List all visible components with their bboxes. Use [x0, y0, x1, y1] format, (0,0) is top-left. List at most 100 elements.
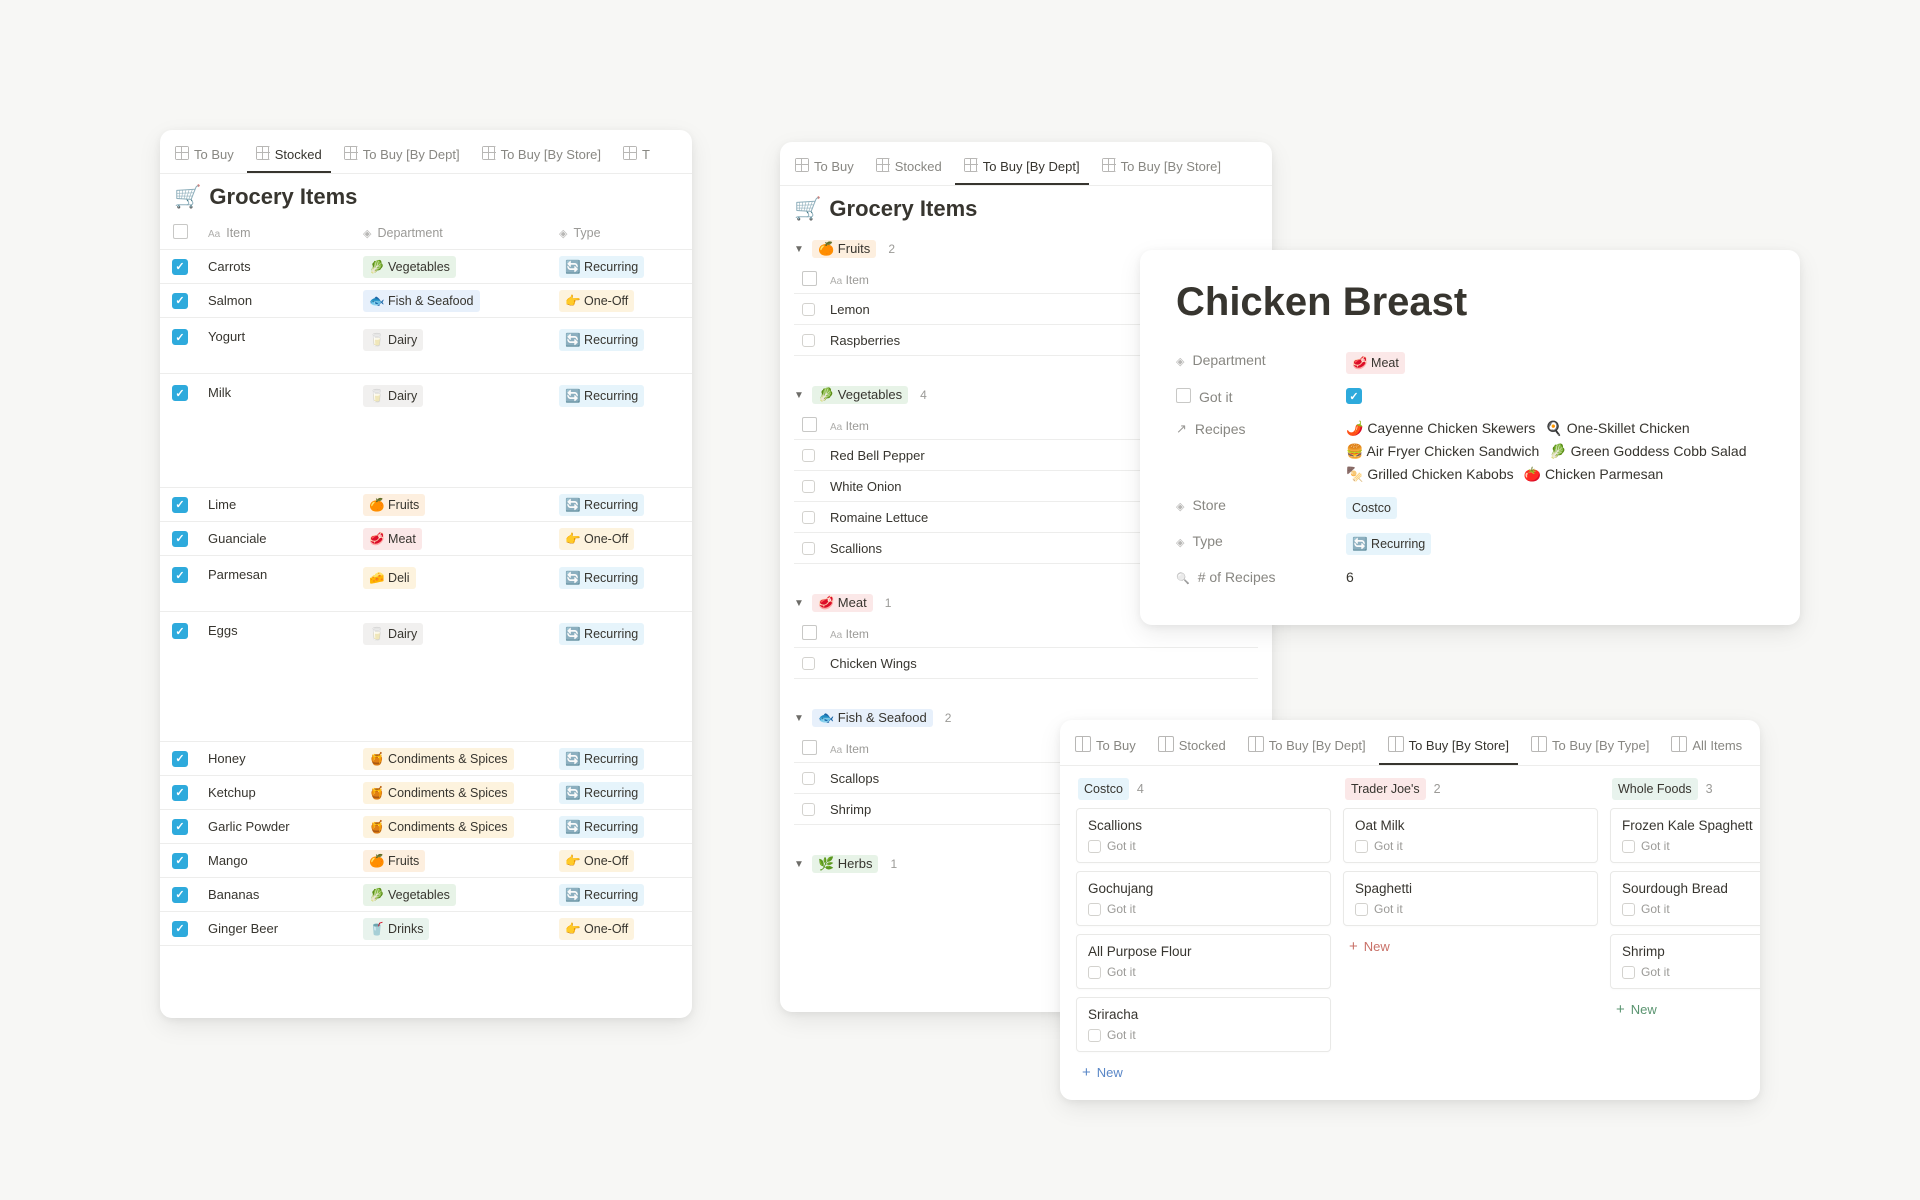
got-it-checkbox[interactable] — [1088, 903, 1101, 916]
board-card[interactable]: ShrimpGot it — [1610, 934, 1760, 989]
tab-stocked[interactable]: Stocked — [867, 152, 951, 185]
table-row[interactable]: Garlic Powder 🍯 Condiments & Spices 🔄 Recu… — [160, 810, 692, 844]
type-tag[interactable]: 👉 One-Off — [559, 528, 634, 550]
row-checkbox[interactable] — [172, 531, 188, 547]
department-tag[interactable]: 🥤 Drinks — [363, 918, 429, 940]
got-it-checkbox[interactable] — [1622, 840, 1635, 853]
item-cell[interactable]: Ketchup — [200, 785, 355, 800]
type-tag[interactable]: 🔄 Recurring — [559, 567, 644, 589]
row-checkbox[interactable] — [802, 772, 815, 785]
tab-to-buy-by-store-[interactable]: To Buy [By Store] — [1379, 730, 1518, 765]
table-row[interactable]: Mango🍊 Fruits👉 One-Off — [160, 844, 692, 878]
tab-to-buy-by-store-[interactable]: To Buy [By Store] — [473, 140, 610, 173]
department-tag[interactable]: 🥛 Dairy — [363, 623, 423, 645]
type-tag[interactable]: 👉 One-Off — [559, 850, 634, 872]
item-cell[interactable]: Ginger Beer — [200, 921, 355, 936]
table-row[interactable]: Salmon🐟 Fish & Seafood👉 One-Off — [160, 284, 692, 318]
department-tag[interactable]: 🥬 Vegetables — [363, 884, 456, 906]
detail-title[interactable]: Chicken Breast — [1176, 280, 1764, 325]
table-row[interactable]: Ginger Beer 🥤 Drinks 👉 One-Off — [160, 912, 692, 946]
type-tag[interactable]: 🔄 Recurring — [559, 748, 644, 770]
table-row[interactable]: Carrots 🥬 Vegetables 🔄 Recurring — [160, 250, 692, 284]
got-it-checkbox[interactable] — [1355, 840, 1368, 853]
tab-to-buy-by-type-[interactable]: To Buy [By Type] — [1522, 730, 1658, 765]
row-checkbox[interactable] — [172, 921, 188, 937]
group-toggle[interactable]: ▼ — [794, 390, 804, 401]
type-tag[interactable]: 🔄 Recurring — [1346, 533, 1431, 555]
new-card-button[interactable]: +New — [1610, 997, 1760, 1022]
type-tag[interactable]: 👉 One-Off — [559, 918, 634, 940]
department-tag[interactable]: 🥩 Meat — [363, 528, 422, 550]
department-tag[interactable]: 🍯 Condiments & Spices — [363, 816, 514, 838]
board-card[interactable]: SpaghettiGot it — [1343, 871, 1598, 926]
item-column-header[interactable]: Item — [200, 226, 355, 240]
group-toggle[interactable]: ▼ — [794, 244, 804, 255]
item-cell[interactable]: Salmon — [200, 293, 355, 308]
row-checkbox[interactable] — [172, 819, 188, 835]
row-checkbox[interactable] — [172, 259, 188, 275]
type-tag[interactable]: 🔄 Recurring — [559, 884, 644, 906]
tab-to-buy[interactable]: To Buy — [166, 140, 243, 173]
tab-all-items[interactable]: All Items — [1662, 730, 1751, 765]
column-label[interactable]: Trader Joe's — [1345, 778, 1426, 800]
board-card[interactable]: GochujangGot it — [1076, 871, 1331, 926]
recipe-link[interactable]: 🍅 Chicken Parmesan — [1524, 466, 1664, 483]
group-label[interactable]: 🥩 Meat — [812, 594, 873, 612]
group-label[interactable]: 🥬 Vegetables — [812, 386, 908, 404]
department-tag[interactable]: 🍯 Condiments & Spices — [363, 748, 514, 770]
got-it-checkbox[interactable] — [1088, 1029, 1101, 1042]
row-checkbox[interactable] — [802, 449, 815, 462]
group-label[interactable]: 🌿 Herbs — [812, 855, 878, 873]
tab-to-buy-by-dept-[interactable]: To Buy [By Dept] — [335, 140, 469, 173]
type-tag[interactable]: 🔄 Recurring — [559, 256, 644, 278]
table-row[interactable]: Milk🥛 Dairy🔄 Recurring — [160, 374, 692, 488]
row-checkbox[interactable] — [172, 329, 188, 345]
department-tag[interactable]: 🥬 Vegetables — [363, 256, 456, 278]
item-cell[interactable]: Bananas — [200, 887, 355, 902]
type-tag[interactable]: 👉 One-Off — [559, 290, 634, 312]
type-tag[interactable]: 🔄 Recurring — [559, 329, 644, 351]
got-it-checkbox[interactable] — [1088, 966, 1101, 979]
row-checkbox[interactable] — [802, 511, 815, 524]
department-tag[interactable]: 🧀 Deli — [363, 567, 416, 589]
group-label[interactable]: 🐟 Fish & Seafood — [812, 709, 933, 727]
item-cell[interactable]: Mango — [200, 853, 355, 868]
item-cell[interactable]: Lime — [200, 497, 355, 512]
item-cell[interactable]: Parmesan — [200, 560, 355, 582]
table-row[interactable]: Parmesan 🧀 Deli 🔄 Recurring — [160, 556, 692, 612]
group-toggle[interactable]: ▼ — [794, 859, 804, 870]
tab-stocked[interactable]: Stocked — [247, 140, 331, 173]
row-checkbox[interactable] — [802, 542, 815, 555]
new-card-button[interactable]: +New — [1076, 1060, 1331, 1085]
type-column-header[interactable]: Type — [551, 226, 681, 240]
row-checkbox[interactable] — [802, 657, 815, 670]
item-cell[interactable]: Eggs — [200, 616, 355, 638]
tab-to-buy-by-dept-[interactable]: To Buy [By Dept] — [955, 152, 1089, 185]
recipe-link[interactable]: 🍔 Air Fryer Chicken Sandwich — [1346, 443, 1539, 460]
row-checkbox[interactable] — [172, 853, 188, 869]
table-row[interactable]: Ketchup🍯 Condiments & Spices🔄 Recurring — [160, 776, 692, 810]
row-checkbox[interactable] — [172, 623, 188, 639]
got-it-checkbox[interactable] — [1355, 903, 1368, 916]
table-row[interactable]: Lime🍊 Fruits🔄 Recurring — [160, 488, 692, 522]
item-cell[interactable]: Garlic Powder — [200, 819, 355, 834]
department-column-header[interactable]: Department — [355, 226, 551, 240]
row-checkbox[interactable] — [172, 785, 188, 801]
department-tag[interactable]: 🍊 Fruits — [363, 494, 425, 516]
table-row[interactable]: Yogurt🥛 Dairy🔄 Recurring — [160, 318, 692, 374]
type-tag[interactable]: 🔄 Recurring — [559, 816, 644, 838]
group-toggle[interactable]: ▼ — [794, 598, 804, 609]
got-it-checkbox[interactable] — [1346, 388, 1362, 404]
type-tag[interactable]: 🔄 Recurring — [559, 385, 644, 407]
row-checkbox[interactable] — [172, 567, 188, 583]
item-cell[interactable]: Carrots — [200, 259, 355, 274]
row-checkbox[interactable] — [172, 887, 188, 903]
list-item[interactable]: Chicken Wings — [794, 648, 1258, 679]
board-card[interactable]: All Purpose FlourGot it — [1076, 934, 1331, 989]
recipe-link[interactable]: 🥬 Green Goddess Cobb Salad — [1549, 443, 1746, 460]
got-it-checkbox[interactable] — [1622, 903, 1635, 916]
table-row[interactable]: Bananas 🥬 Vegetables 🔄 Recurring — [160, 878, 692, 912]
board-card[interactable]: Frozen Kale SpaghettGot it — [1610, 808, 1760, 863]
item-cell[interactable]: Yogurt — [200, 322, 355, 344]
type-tag[interactable]: 🔄 Recurring — [559, 782, 644, 804]
